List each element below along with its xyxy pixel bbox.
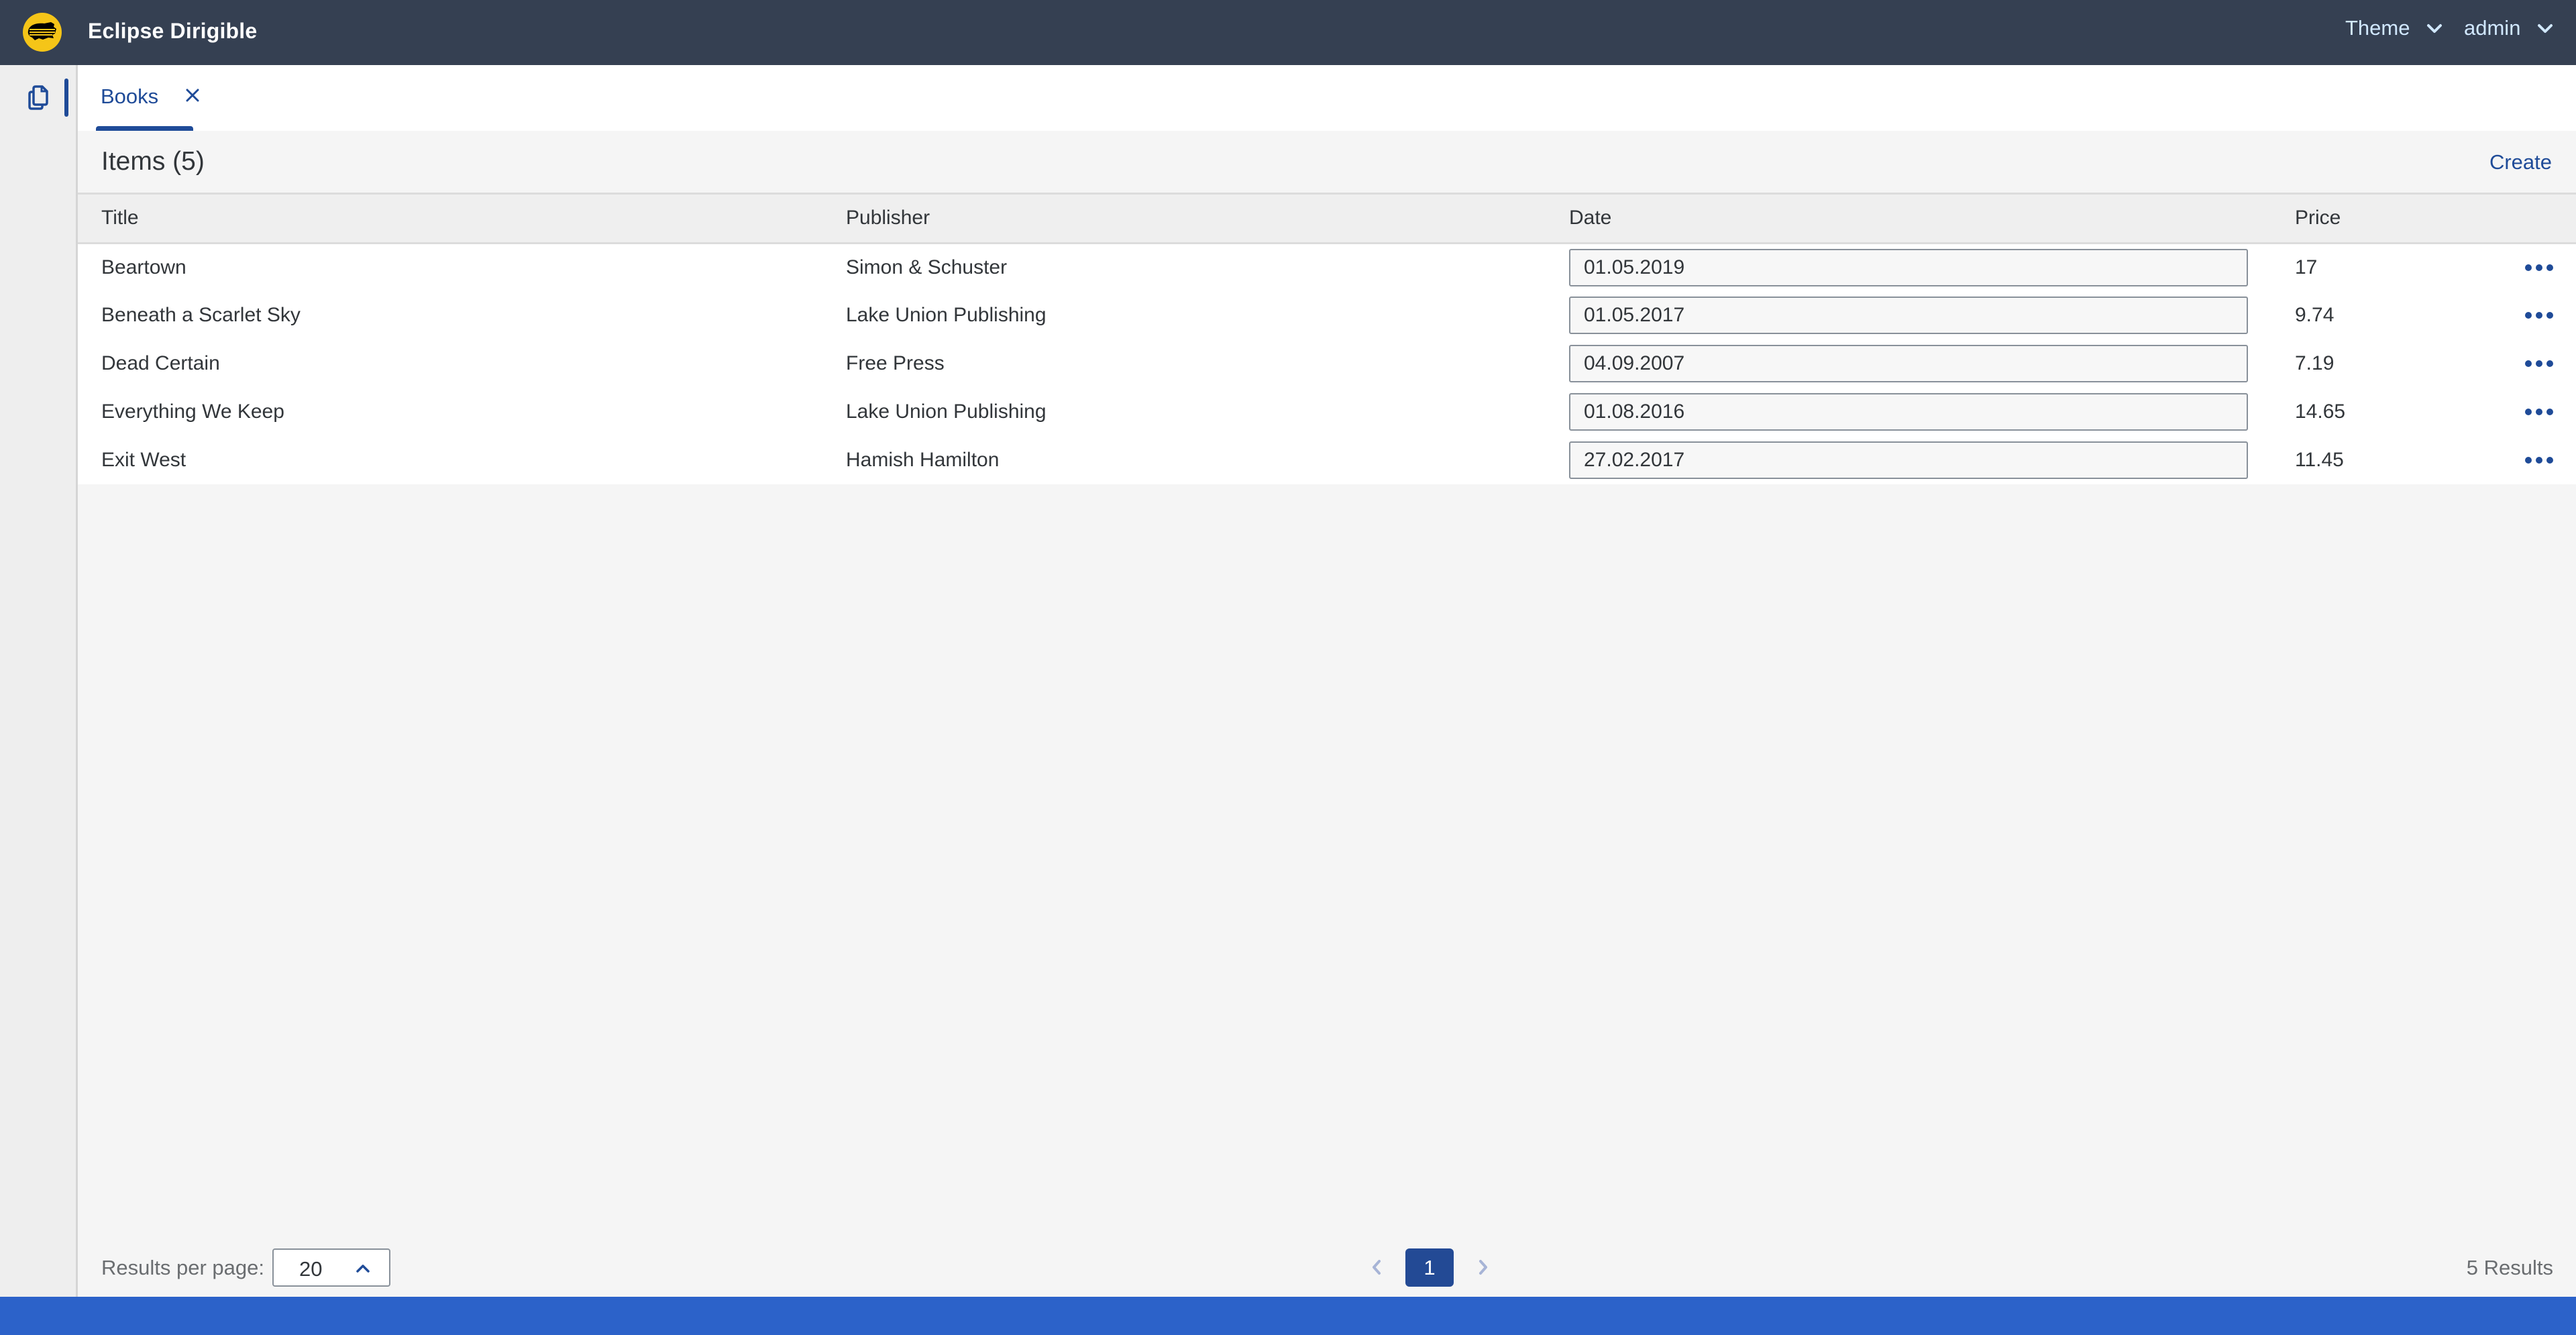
cell-publisher: Lake Union Publishing	[846, 304, 1046, 326]
cell-date	[1569, 436, 2271, 484]
chevron-right-icon[interactable]	[1475, 1257, 1491, 1277]
chevron-up-icon	[356, 1265, 370, 1273]
theme-menu-button[interactable]: Theme	[2345, 16, 2443, 40]
cell-title: Everything We Keep	[101, 400, 284, 423]
cell-actions	[2472, 388, 2576, 436]
results-per-page-value: 20	[299, 1257, 323, 1281]
cell-price: 7.19	[2295, 352, 2334, 374]
cell-publisher: Free Press	[846, 352, 945, 374]
tab-label: Books	[101, 85, 159, 108]
tab-books[interactable]: Books	[96, 65, 199, 131]
cell-date	[1569, 243, 2271, 291]
table-row[interactable]: Everything We Keep Lake Union Publishing…	[78, 388, 2576, 436]
cell-date	[1569, 388, 2271, 436]
date-input[interactable]	[1569, 297, 2248, 334]
results-per-page-select[interactable]: 20	[272, 1248, 390, 1287]
product-name[interactable]: Eclipse Dirigible	[88, 19, 257, 44]
date-input[interactable]	[1569, 345, 2248, 382]
table-row[interactable]: Dead Certain Free Press 7.19	[78, 339, 2576, 388]
copy-documents-icon	[28, 85, 48, 110]
table-row[interactable]: Beartown Simon & Schuster 17	[78, 243, 2576, 291]
cell-title: Exit West	[101, 449, 186, 471]
column-header-title[interactable]: Title	[78, 195, 822, 243]
cell-date	[1569, 339, 2271, 388]
cell-price: 14.65	[2295, 400, 2346, 423]
date-input[interactable]	[1569, 393, 2248, 431]
active-tab-underline	[96, 126, 193, 131]
sidebar	[0, 65, 78, 1297]
tab-bar: Books	[78, 65, 2576, 131]
column-header-publisher[interactable]: Publisher	[822, 195, 1569, 243]
column-header-actions	[2472, 195, 2576, 243]
cell-title: Dead Certain	[101, 352, 220, 374]
status-bar	[0, 1297, 2576, 1335]
items-title: Items (5)	[101, 147, 205, 176]
cell-actions	[2472, 339, 2576, 388]
cell-actions	[2472, 436, 2576, 484]
create-button[interactable]: Create	[2489, 150, 2552, 174]
cell-title: Beneath a Scarlet Sky	[101, 304, 301, 326]
sidebar-item-documents[interactable]	[24, 83, 54, 112]
shell-header: Eclipse Dirigible Theme admin	[0, 0, 2576, 65]
cell-title: Beartown	[101, 256, 186, 278]
chevron-left-icon[interactable]	[1368, 1257, 1385, 1277]
column-header-price[interactable]: Price	[2271, 195, 2472, 243]
column-header-date[interactable]: Date	[1569, 195, 2271, 243]
table-row[interactable]: Exit West Hamish Hamilton 11.45	[78, 436, 2576, 484]
cell-actions	[2472, 243, 2576, 291]
more-options-icon[interactable]	[2496, 312, 2576, 319]
dirigible-logo-icon[interactable]	[23, 13, 62, 52]
user-menu-label: admin	[2464, 16, 2521, 40]
date-input[interactable]	[1569, 441, 2248, 479]
cell-publisher: Hamish Hamilton	[846, 449, 1000, 471]
cell-price: 9.74	[2295, 304, 2334, 326]
user-menu-button[interactable]: admin	[2464, 16, 2554, 40]
page-button-current[interactable]: 1	[1405, 1248, 1454, 1287]
active-indicator	[64, 78, 68, 117]
theme-menu-label: Theme	[2345, 16, 2410, 40]
cell-publisher: Lake Union Publishing	[846, 400, 1046, 423]
cell-publisher: Simon & Schuster	[846, 256, 1008, 278]
pagination-footer: Results per page: 20 1 5 Results	[78, 1241, 2576, 1297]
more-options-icon[interactable]	[2496, 409, 2576, 415]
items-table: Title Publisher Date Price Beartown Simo…	[78, 195, 2576, 484]
more-options-icon[interactable]	[2496, 360, 2576, 367]
chevron-down-icon	[2538, 24, 2553, 33]
date-input[interactable]	[1569, 248, 2248, 286]
results-per-page-label: Results per page:	[101, 1256, 264, 1279]
results-count: 5 Results	[2466, 1256, 2553, 1279]
table-row[interactable]: Beneath a Scarlet Sky Lake Union Publish…	[78, 291, 2576, 339]
chevron-down-icon	[2427, 24, 2443, 33]
table-header-row: Title Publisher Date Price	[78, 195, 2576, 243]
close-icon[interactable]	[184, 87, 201, 104]
cell-price: 17	[2295, 256, 2318, 278]
cell-date	[1569, 291, 2271, 339]
more-options-icon[interactable]	[2496, 457, 2576, 464]
more-options-icon[interactable]	[2496, 264, 2576, 271]
table-toolbar: Items (5) Create	[78, 131, 2576, 195]
cell-actions	[2472, 291, 2576, 339]
content-area: Items (5) Create Title Publisher Date Pr…	[78, 131, 2576, 1297]
cell-price: 11.45	[2295, 449, 2344, 471]
